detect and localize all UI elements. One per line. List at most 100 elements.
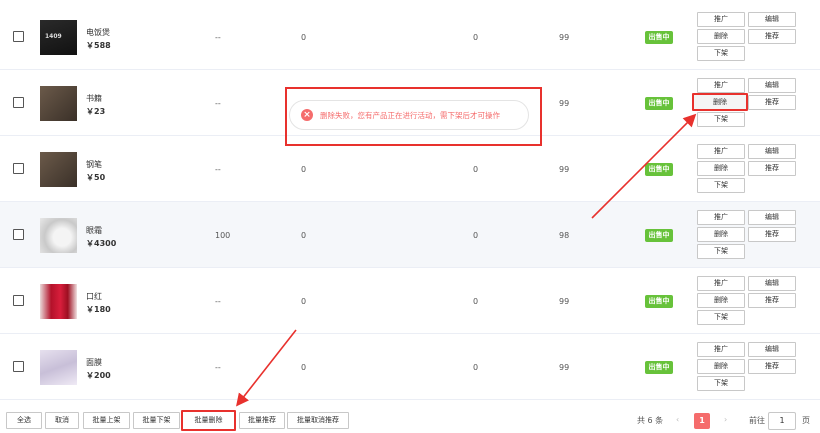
product-price: ￥4300	[86, 239, 117, 248]
product-thumbnail: 1409	[40, 20, 77, 55]
promote-button[interactable]: 推广	[697, 210, 745, 225]
recommend-button[interactable]: 推荐	[748, 293, 796, 308]
row-checkbox[interactable]	[13, 229, 24, 240]
error-toast: × 删除失败，您有产品正在进行活动，需下架后才可操作	[289, 100, 529, 130]
status-badge: 出售中	[645, 295, 673, 308]
offshelf-button[interactable]: 下架	[697, 46, 745, 61]
cell-value: 0	[473, 165, 479, 174]
product-name: 面膜	[86, 358, 102, 367]
recommend-button[interactable]: 推荐	[748, 227, 796, 242]
status-badge: 出售中	[645, 97, 673, 110]
stock-value: 98	[559, 231, 570, 240]
status-badge: 出售中	[645, 229, 673, 242]
edit-button[interactable]: 编辑	[748, 342, 796, 357]
offshelf-button[interactable]: 下架	[697, 376, 745, 391]
recommend-button[interactable]: 推荐	[748, 95, 796, 110]
product-price: ￥23	[86, 107, 106, 116]
offshelf-button[interactable]: 下架	[697, 244, 745, 259]
promote-button[interactable]: 推广	[697, 144, 745, 159]
thumbnail-overlay: 1409	[45, 33, 62, 40]
product-name: 电饭煲	[86, 28, 110, 37]
cell-value: --	[215, 99, 221, 108]
delete-button[interactable]: 删除	[697, 227, 745, 242]
cell-value: 0	[301, 165, 307, 174]
batch-unrecommend-button[interactable]: 批量取消推荐	[287, 412, 349, 429]
recommend-button[interactable]: 推荐	[748, 29, 796, 44]
offshelf-button[interactable]: 下架	[697, 310, 745, 325]
total-count: 共 6 条	[637, 416, 664, 425]
table-row: 1409 电饭煲 ￥588 -- 0 0 99 出售中 推广 编辑 删除 推荐 …	[0, 4, 820, 70]
row-checkbox[interactable]	[13, 295, 24, 306]
batch-offshelf-button[interactable]: 批量下架	[133, 412, 180, 429]
edit-button[interactable]: 编辑	[748, 210, 796, 225]
product-name: 钢笔	[86, 160, 102, 169]
row-checkbox[interactable]	[13, 97, 24, 108]
table-row: 眼霜 ￥4300 100 0 0 98 出售中 推广 编辑 删除 推荐 下架	[0, 202, 820, 268]
cancel-button[interactable]: 取消	[45, 412, 79, 429]
recommend-button[interactable]: 推荐	[748, 161, 796, 176]
select-all-button[interactable]: 全选	[6, 412, 42, 429]
batch-recommend-button[interactable]: 批量推荐	[239, 412, 285, 429]
cell-value: 0	[301, 297, 307, 306]
recommend-button[interactable]: 推荐	[748, 359, 796, 374]
row-checkbox[interactable]	[13, 31, 24, 42]
error-circle-icon: ×	[301, 109, 313, 121]
cell-value: 0	[301, 363, 307, 372]
prev-page-icon[interactable]: ‹	[676, 415, 679, 424]
cell-value: 0	[473, 297, 479, 306]
goto-label: 前往	[749, 416, 765, 425]
promote-button[interactable]: 推广	[697, 342, 745, 357]
stock-value: 99	[559, 297, 570, 306]
status-badge: 出售中	[645, 31, 673, 44]
stock-value: 99	[559, 33, 570, 42]
product-price: ￥200	[86, 371, 111, 380]
row-checkbox[interactable]	[13, 361, 24, 372]
edit-button[interactable]: 编辑	[748, 78, 796, 93]
promote-button[interactable]: 推广	[697, 276, 745, 291]
product-thumbnail	[40, 86, 77, 121]
product-name: 书籍	[86, 94, 102, 103]
product-price: ￥588	[86, 41, 111, 50]
stock-value: 99	[559, 363, 570, 372]
promote-button[interactable]: 推广	[697, 78, 745, 93]
toast-message: 删除失败，您有产品正在进行活动，需下架后才可操作	[320, 111, 500, 120]
batch-onshelf-button[interactable]: 批量上架	[83, 412, 130, 429]
edit-button[interactable]: 编辑	[748, 12, 796, 27]
product-thumbnail	[40, 152, 77, 187]
cell-value: 0	[473, 33, 479, 42]
edit-button[interactable]: 编辑	[748, 144, 796, 159]
delete-button[interactable]: 删除	[692, 93, 748, 111]
product-price: ￥50	[86, 173, 106, 182]
stock-value: 99	[559, 99, 570, 108]
cell-value: 0	[301, 231, 307, 240]
cell-value: 0	[301, 33, 307, 42]
cell-value: 100	[215, 231, 231, 240]
table-row: 面膜 ￥200 -- 0 0 99 出售中 推广 编辑 删除 推荐 下架	[0, 334, 820, 400]
table-row: 口红 ￥180 -- 0 0 99 出售中 推广 编辑 删除 推荐 下架	[0, 268, 820, 334]
batch-delete-button[interactable]: 批量删除	[181, 410, 236, 431]
delete-button[interactable]: 删除	[697, 29, 745, 44]
cell-value: --	[215, 165, 221, 174]
product-thumbnail	[40, 284, 77, 319]
cell-value: --	[215, 33, 221, 42]
cell-value: --	[215, 297, 221, 306]
product-name: 口红	[86, 292, 102, 301]
product-thumbnail	[40, 350, 77, 385]
cell-value: --	[215, 363, 221, 372]
edit-button[interactable]: 编辑	[748, 276, 796, 291]
offshelf-button[interactable]: 下架	[697, 178, 745, 193]
delete-button[interactable]: 删除	[697, 359, 745, 374]
page-number[interactable]: 1	[694, 413, 710, 429]
page-suffix: 页	[802, 416, 810, 425]
product-thumbnail	[40, 218, 77, 253]
delete-button[interactable]: 删除	[697, 161, 745, 176]
promote-button[interactable]: 推广	[697, 12, 745, 27]
next-page-icon[interactable]: ›	[724, 415, 727, 424]
page-jump-input[interactable]: 1	[768, 412, 796, 430]
cell-value: 0	[473, 363, 479, 372]
offshelf-button[interactable]: 下架	[697, 112, 745, 127]
product-price: ￥180	[86, 305, 111, 314]
row-checkbox[interactable]	[13, 163, 24, 174]
stock-value: 99	[559, 165, 570, 174]
delete-button[interactable]: 删除	[697, 293, 745, 308]
